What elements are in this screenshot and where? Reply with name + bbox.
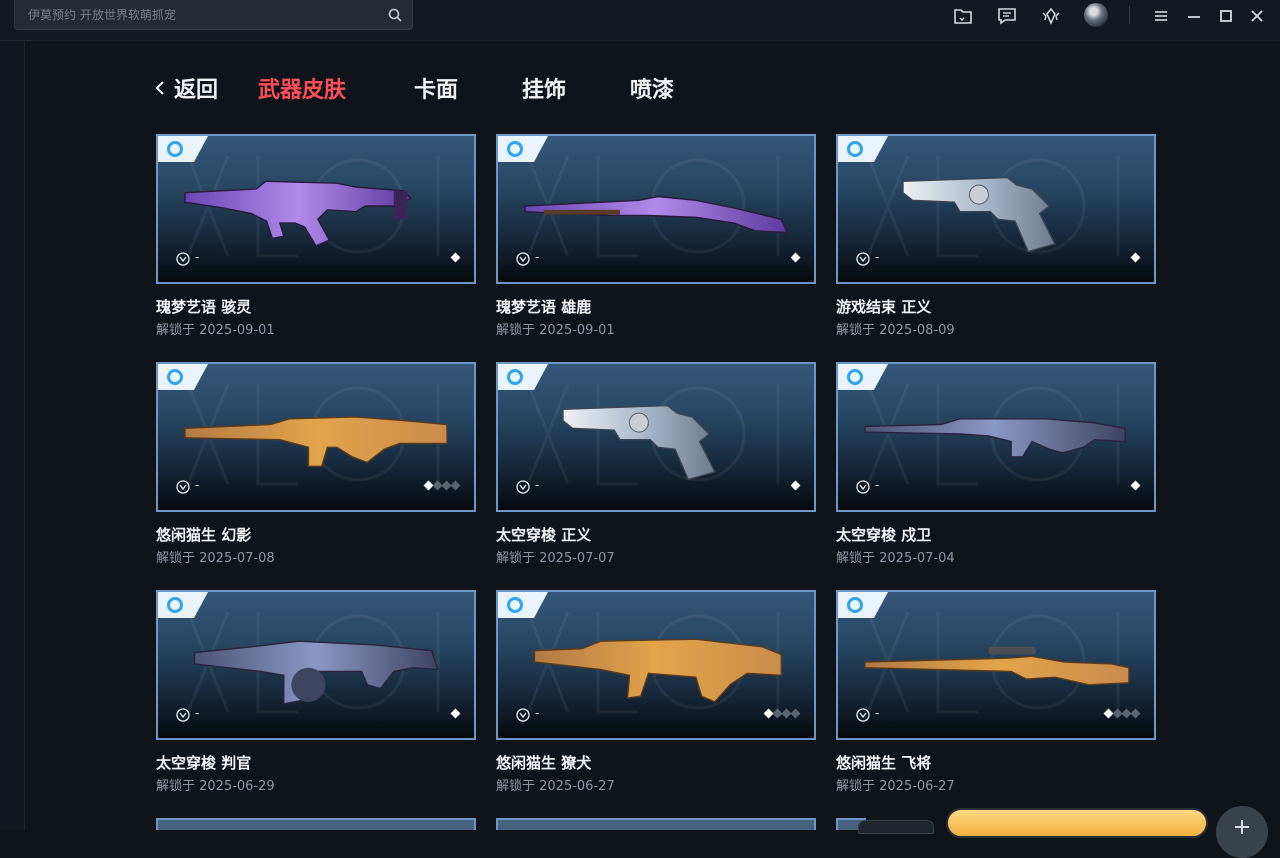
- level-dot: [450, 708, 461, 719]
- weapon-image: [902, 176, 1056, 253]
- weapon-image: [193, 640, 439, 705]
- level-dot: [790, 252, 801, 263]
- price-value: -: [195, 478, 200, 492]
- skin-name: 悠闲猫生 幻影: [156, 526, 252, 544]
- skin-card[interactable]: -: [496, 590, 816, 740]
- weapon-image: [524, 195, 789, 234]
- skin-name: 悠闲猫生 飞将: [836, 754, 932, 772]
- radianite-icon: [516, 252, 530, 266]
- search-box[interactable]: 伊莫预约 开放世界软萌抓宠: [14, 0, 413, 30]
- level-indicator: [1130, 252, 1141, 264]
- level-dot: [1130, 252, 1141, 263]
- minimize-icon[interactable]: [1183, 5, 1205, 27]
- price-value: -: [535, 706, 540, 720]
- level-dot: [1130, 480, 1141, 491]
- level-dot: [450, 480, 461, 491]
- skin-card[interactable]: -: [156, 362, 476, 512]
- price-value: -: [535, 478, 540, 492]
- weapon-image: [184, 180, 413, 247]
- level-indicator: [450, 252, 461, 264]
- level-indicator: [763, 708, 801, 720]
- tab-sprays[interactable]: 喷漆: [630, 72, 674, 108]
- search-icon[interactable]: [387, 7, 403, 23]
- skin-name: 悠闲猫生 獠犬: [496, 754, 592, 772]
- level-dot: [790, 480, 801, 491]
- card-peek[interactable]: [496, 818, 816, 830]
- price-value: -: [195, 250, 200, 264]
- unlock-date: 解锁于 2025-09-01: [496, 323, 615, 338]
- unlock-date: 解锁于 2025-08-09: [836, 323, 955, 338]
- tab-weapon-skins[interactable]: 武器皮肤: [258, 72, 346, 108]
- weapon-image: [864, 646, 1130, 686]
- skin-name: 太空穿梭 正义: [496, 526, 592, 544]
- skin-name: 游戏结束 正义: [836, 298, 932, 316]
- unlock-date: 解锁于 2025-07-07: [496, 551, 615, 566]
- radianite-icon: [856, 480, 870, 494]
- weapon-image: [533, 638, 783, 703]
- weapon-image: [864, 418, 1126, 458]
- back-button[interactable]: 返回: [174, 72, 218, 108]
- skin-name: 瑰梦艺语 雄鹿: [496, 298, 592, 316]
- tab-cards[interactable]: 卡面: [414, 72, 458, 108]
- radianite-icon: [176, 480, 190, 494]
- unlock-date: 解锁于 2025-09-01: [156, 323, 275, 338]
- skin-card[interactable]: -: [156, 590, 476, 740]
- skin-card[interactable]: -: [496, 362, 816, 512]
- radianite-icon: [176, 708, 190, 722]
- back-arrow-icon[interactable]: [154, 78, 166, 98]
- level-dot: [1130, 708, 1141, 719]
- radianite-icon: [856, 708, 870, 722]
- skin-name: 太空穿梭 戍卫: [836, 526, 932, 544]
- skin-card[interactable]: -: [156, 134, 476, 284]
- skin-name: 瑰梦艺语 骇灵: [156, 298, 252, 316]
- unlock-date: 解锁于 2025-07-04: [836, 551, 955, 566]
- price-value: -: [875, 706, 880, 720]
- skin-card[interactable]: -: [836, 134, 1156, 284]
- floating-cta-button[interactable]: [946, 808, 1208, 838]
- radianite-icon: [856, 252, 870, 266]
- close-icon[interactable]: [1246, 5, 1268, 27]
- radianite-icon: [516, 708, 530, 722]
- skin-card[interactable]: -: [496, 134, 816, 284]
- skin-card[interactable]: -: [836, 590, 1156, 740]
- title-bar: 伊莫预约 开放世界软萌抓宠: [0, 0, 1280, 41]
- plus-icon[interactable]: [1216, 806, 1268, 858]
- toolbar-divider: [1129, 6, 1130, 24]
- search-placeholder: 伊莫预约 开放世界软萌抓宠: [28, 8, 176, 22]
- skin-card[interactable]: -: [836, 362, 1156, 512]
- level-dot: [450, 252, 461, 263]
- message-icon[interactable]: [996, 5, 1018, 27]
- card-peek[interactable]: [156, 818, 476, 830]
- level-indicator: [1130, 480, 1141, 492]
- left-rail: [0, 41, 25, 830]
- price-value: -: [875, 250, 880, 264]
- level-indicator: [790, 480, 801, 492]
- level-indicator: [450, 708, 461, 720]
- weapon-image: [184, 416, 448, 467]
- skin-name: 太空穿梭 判官: [156, 754, 252, 772]
- unlock-date: 解锁于 2025-06-27: [836, 779, 955, 794]
- radiant-points-icon[interactable]: [1040, 5, 1062, 27]
- level-indicator: [790, 252, 801, 264]
- radianite-icon: [516, 480, 530, 494]
- tab-charms[interactable]: 挂饰: [522, 72, 566, 108]
- price-value: -: [195, 706, 200, 720]
- folder-icon[interactable]: [952, 5, 974, 27]
- weapon-image: [562, 404, 716, 481]
- price-value: -: [535, 250, 540, 264]
- menu-icon[interactable]: [1150, 5, 1172, 27]
- level-dot: [790, 708, 801, 719]
- price-value: -: [875, 478, 880, 492]
- unlock-date: 解锁于 2025-06-27: [496, 779, 615, 794]
- unlock-date: 解锁于 2025-07-08: [156, 551, 275, 566]
- radianite-icon: [176, 252, 190, 266]
- level-indicator: [1103, 708, 1141, 720]
- level-indicator: [423, 480, 461, 492]
- unlock-date: 解锁于 2025-06-29: [156, 779, 275, 794]
- floating-pill[interactable]: [858, 820, 934, 834]
- maximize-icon[interactable]: [1215, 5, 1237, 27]
- avatar[interactable]: [1084, 3, 1108, 27]
